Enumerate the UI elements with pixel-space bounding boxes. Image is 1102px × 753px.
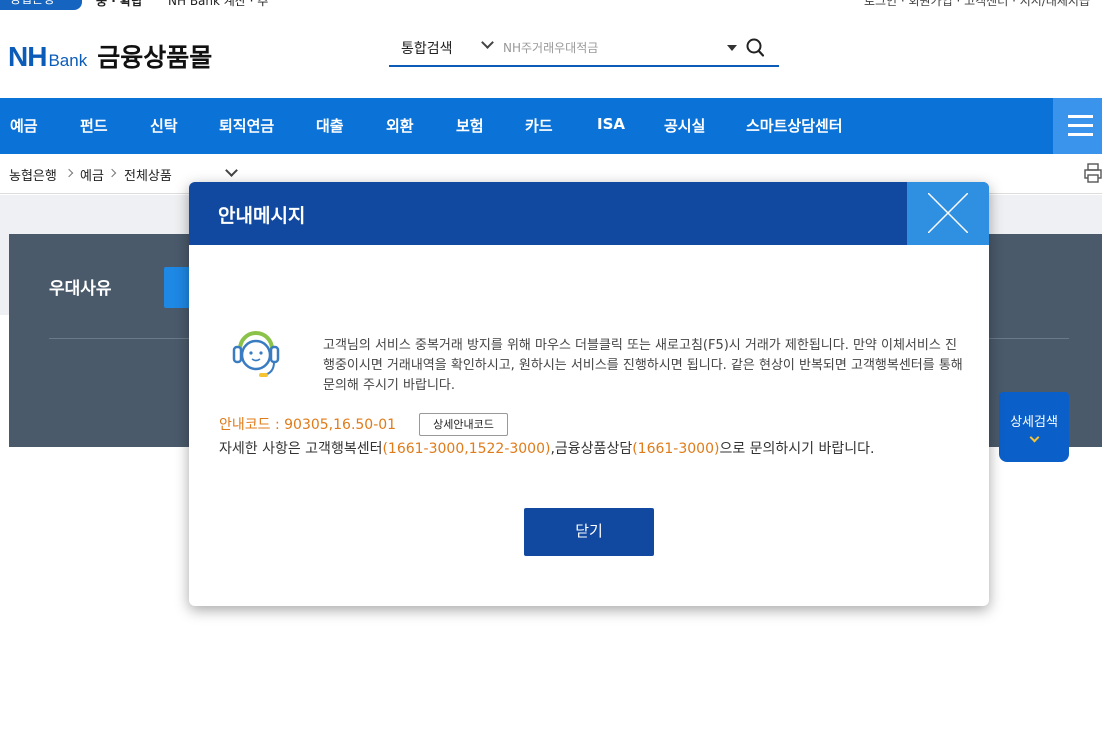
top-link-2[interactable]: NH Bank 계산 · 추 xyxy=(168,0,268,9)
detail-search-button[interactable]: 상세검색 xyxy=(999,392,1069,462)
menu-icon[interactable] xyxy=(1053,98,1102,154)
breadcrumb-item-home[interactable]: 농협은행 xyxy=(9,165,57,184)
breadcrumb-item-all[interactable]: 전체상품 xyxy=(124,165,172,184)
chevron-down-icon xyxy=(1029,432,1039,443)
nav-item-pension[interactable]: 퇴직연금 xyxy=(219,115,274,136)
breadcrumb-item-deposit[interactable]: 예금 xyxy=(80,165,104,184)
chevron-down-icon[interactable] xyxy=(481,36,494,49)
print-icon[interactable] xyxy=(1084,162,1102,184)
notice-modal: 안내메시지 고객님의 서비스 중복거래 방지를 위해 마우스 더블클릭 또는 새… xyxy=(189,182,989,606)
chevron-right-icon xyxy=(64,168,74,178)
detail-search-label: 상세검색 xyxy=(1010,415,1058,430)
contact-product-number: (1661-3000) xyxy=(632,441,720,457)
contact-suffix: 으로 문의하시기 바랍니다. xyxy=(719,441,875,457)
logo-mall-title: 금융상품몰 xyxy=(97,43,213,72)
detail-code-button[interactable]: 상세안내코드 xyxy=(419,413,508,436)
contact-center-number: (1661-3000,1522-3000) xyxy=(382,441,551,457)
nav-item-deposit[interactable]: 예금 xyxy=(10,115,38,136)
contact-middle: ,금융상품상담 xyxy=(550,441,633,457)
close-icon[interactable] xyxy=(907,182,989,245)
search-input[interactable]: NH주거래우대적금 xyxy=(503,39,598,56)
notice-code: 안내코드 : 90305,16.50-01 xyxy=(219,417,397,433)
nav-item-card[interactable]: 카드 xyxy=(525,115,553,136)
site-logo[interactable]: NH Bank 금융상품몰 xyxy=(8,38,212,74)
nav-item-smart-center[interactable]: 스마트상담센터 xyxy=(746,115,843,136)
nav-item-isa[interactable]: ISA xyxy=(597,115,625,133)
preferential-reason-label: 우대사유 xyxy=(49,279,112,299)
close-button[interactable]: 닫기 xyxy=(524,508,654,556)
nav-item-loan[interactable]: 대출 xyxy=(316,115,344,136)
nav-item-disclosure[interactable]: 공시실 xyxy=(664,115,705,136)
modal-header: 안내메시지 xyxy=(189,182,989,245)
search-bar: 통합검색 NH주거래우대적금 xyxy=(389,30,779,67)
nav-item-trust[interactable]: 신탁 xyxy=(150,115,178,136)
modal-message: 고객님의 서비스 중복거래 방지를 위해 마우스 더블클릭 또는 새로고침(F5… xyxy=(323,338,963,393)
chevron-right-icon xyxy=(107,168,117,178)
contact-prefix: 자세한 사항은 고객행복센터 xyxy=(219,441,383,457)
nav-item-fx[interactable]: 외환 xyxy=(386,115,414,136)
contact-info: 자세한 사항은 고객행복센터(1661-3000,1522-3000),금융상품… xyxy=(219,438,874,458)
top-strip: 농협은행 중 · 확립 NH Bank 계산 · 추 로그인 · 회원가입 · … xyxy=(0,0,1102,10)
top-link-1[interactable]: 중 · 확립 xyxy=(96,0,142,9)
main-nav: 예금 펀드 신탁 퇴직연금 대출 외환 보험 카드 ISA 공시실 스마트상담센… xyxy=(0,98,1102,154)
dropdown-triangle-icon[interactable] xyxy=(727,45,737,51)
nav-item-fund[interactable]: 펀드 xyxy=(80,115,108,136)
logo-nh: NH xyxy=(8,41,47,72)
top-right-links[interactable]: 로그인 · 회원가입 · 고객센터 · 지시/대체지급 xyxy=(864,0,1090,9)
chevron-down-icon[interactable] xyxy=(225,164,238,177)
search-icon[interactable] xyxy=(746,37,764,59)
logo-bank: Bank xyxy=(48,51,88,70)
customer-agent-icon xyxy=(232,331,280,377)
bank-badge[interactable]: 농협은행 xyxy=(0,0,82,10)
site-header: NH Bank 금융상품몰 통합검색 NH주거래우대적금 xyxy=(0,20,1102,98)
nav-item-insurance[interactable]: 보험 xyxy=(456,115,484,136)
modal-title: 안내메시지 xyxy=(218,205,306,227)
search-category-select[interactable]: 통합검색 xyxy=(401,38,453,58)
